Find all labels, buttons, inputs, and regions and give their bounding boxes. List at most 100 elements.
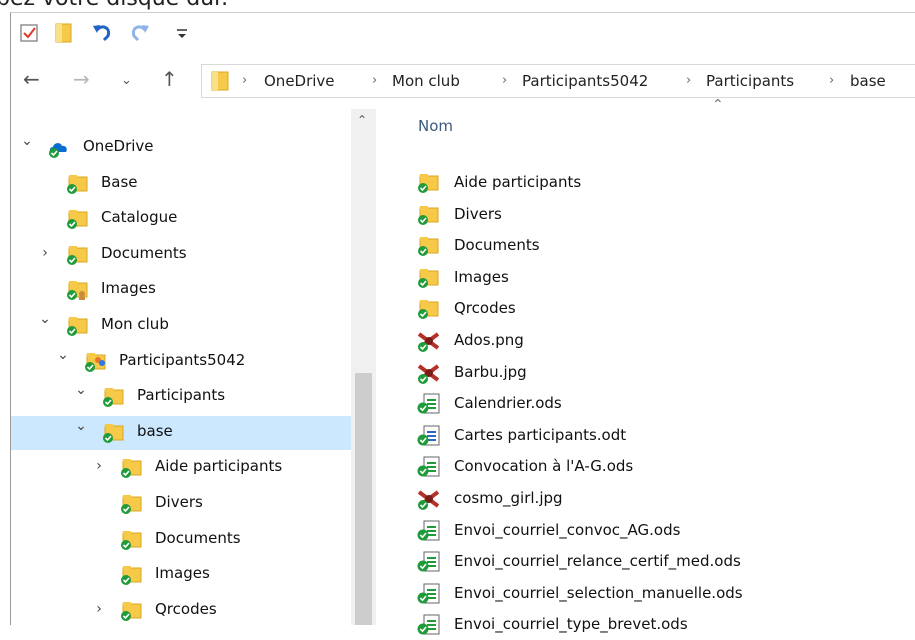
spreadsheet-file-icon	[416, 393, 442, 415]
file-list-item[interactable]: Envoi_courriel_convoc_AG.ods	[416, 516, 915, 546]
file-list-item[interactable]: Calendrier.ods	[416, 389, 915, 419]
synced-folder-icon	[65, 208, 89, 230]
spreadsheet-file-icon	[416, 614, 442, 636]
synced-folder-icon	[65, 244, 89, 266]
breadcrumb-separator-icon[interactable]: ›	[829, 73, 834, 88]
chevron-down-icon[interactable]: ⌄	[19, 133, 35, 149]
breadcrumb-separator-icon[interactable]: ›	[242, 73, 247, 88]
synced-folder-icon	[119, 529, 143, 551]
synced-folder-icon	[119, 564, 143, 586]
new-folder-icon[interactable]	[53, 22, 75, 44]
back-arrow-icon[interactable]: ←	[23, 69, 40, 89]
file-list-item[interactable]: Qrcodes	[416, 294, 915, 324]
file-list-item[interactable]: Convocation à l'A-G.ods	[416, 452, 915, 482]
chevron-down-icon[interactable]: ⌄	[37, 311, 53, 327]
file-name: Qrcodes	[454, 299, 516, 318]
recent-locations-chevron-icon[interactable]: ⌄	[121, 71, 132, 91]
breadcrumb-separator-icon[interactable]: ›	[372, 73, 377, 88]
file-list-item[interactable]: Envoi_courriel_selection_manuelle.ods	[416, 579, 915, 609]
synced-folder-icon	[65, 173, 89, 195]
sort-ascending-icon: ⌃	[712, 97, 724, 113]
nav-tree-item[interactable]: › Aide participants	[11, 451, 351, 485]
nav-tree-item[interactable]: Catalogue	[11, 202, 351, 236]
file-list-item[interactable]: Barbu.jpg	[416, 358, 915, 388]
chevron-down-icon[interactable]: ⌄	[73, 382, 89, 398]
checkbox-properties-icon[interactable]	[19, 22, 41, 44]
file-list-pane: ⌃ Nom Aide participants Divers Documents Im…	[376, 97, 915, 635]
chevron-right-icon[interactable]: ›	[91, 601, 107, 617]
nav-tree-item-label: Catalogue	[101, 208, 178, 227]
breadcrumb-participants5042[interactable]: Participants5042	[522, 72, 648, 90]
navigation-scrollbar[interactable]: ⌃	[351, 109, 376, 625]
nav-tree-item-label: Documents	[101, 243, 187, 262]
file-name: Envoi_courriel_relance_certif_med.ods	[454, 552, 741, 571]
breadcrumb-mon-club[interactable]: Mon club	[392, 72, 460, 90]
image-file-icon	[416, 330, 442, 352]
address-row: ← → ⌄ ↑ › OneDrive › Mon club › Particip…	[11, 61, 915, 99]
file-list-item[interactable]: Images	[416, 263, 915, 293]
synced-folder-icon	[119, 493, 143, 515]
nav-tree-item-label: Aide participants	[155, 457, 283, 476]
forward-arrow-icon[interactable]: →	[73, 69, 90, 89]
file-list-item[interactable]: Divers	[416, 200, 915, 230]
file-name: Barbu.jpg	[454, 362, 527, 381]
nav-tree-item[interactable]: › Qrcodes	[11, 594, 351, 625]
file-name: Images	[454, 267, 509, 286]
file-name: Divers	[454, 204, 502, 223]
chevron-down-icon[interactable]: ⌄	[73, 418, 89, 434]
file-name: Ados.png	[454, 331, 524, 349]
file-list-item[interactable]: cosmo_girl.jpg	[416, 484, 915, 514]
synced-folder-icon	[119, 600, 143, 622]
scrollbar-thumb[interactable]	[355, 373, 372, 625]
scroll-up-icon[interactable]: ⌃	[357, 113, 367, 127]
onedrive-cloud-icon	[47, 137, 71, 159]
synced-folder-icon	[416, 298, 442, 320]
nav-tree-item[interactable]: ⌄ base	[11, 415, 351, 450]
chevron-down-icon[interactable]: ⌄	[55, 347, 71, 363]
column-header-name[interactable]: Nom	[418, 117, 453, 135]
breadcrumb-onedrive[interactable]: OneDrive	[264, 72, 335, 90]
nav-tree-item-label: base	[137, 421, 173, 440]
file-name: Cartes participants.odt	[454, 425, 627, 444]
nav-tree-item[interactable]: Images	[11, 273, 351, 307]
nav-tree-item[interactable]: ⌄ OneDrive	[11, 131, 351, 165]
shared-people-folder-icon	[83, 351, 107, 373]
nav-tree-item[interactable]: ⌄ Participants	[11, 380, 351, 414]
breadcrumb-base[interactable]: base	[850, 72, 886, 90]
nav-tree-item[interactable]: ⌄ Mon club	[11, 309, 351, 343]
image-file-icon	[416, 362, 442, 384]
file-name: Envoi_courriel_convoc_AG.ods	[454, 520, 681, 539]
nav-tree-item[interactable]: Images	[11, 558, 351, 592]
file-list-item[interactable]: Envoi_courriel_relance_certif_med.ods	[416, 547, 915, 577]
file-list-item[interactable]: Envoi_courriel_type_brevet.ods	[416, 610, 915, 640]
undo-icon[interactable]	[91, 22, 113, 44]
synced-folder-icon	[416, 172, 442, 194]
chevron-right-icon[interactable]: ›	[37, 245, 53, 261]
nav-tree-item[interactable]: › Documents	[11, 238, 351, 272]
breadcrumb-separator-icon[interactable]: ›	[502, 73, 507, 88]
nav-tree-item[interactable]: Base	[11, 167, 351, 201]
synced-folder-icon	[101, 386, 125, 408]
folder-icon	[211, 71, 229, 91]
file-list-item[interactable]: Ados.png	[416, 326, 915, 356]
breadcrumb-separator-icon[interactable]: ›	[686, 73, 691, 88]
synced-folder-icon	[416, 235, 442, 257]
file-name: Envoi_courriel_selection_manuelle.ods	[454, 583, 743, 602]
address-bar[interactable]: › OneDrive › Mon club › Participants5042…	[201, 64, 915, 98]
synced-folder-icon	[416, 267, 442, 289]
file-list-item[interactable]: Cartes participants.odt	[416, 421, 915, 451]
nav-tree-item-label: Participants	[137, 386, 226, 405]
nav-tree-item[interactable]: Documents	[11, 523, 351, 557]
file-list-item[interactable]: Documents	[416, 231, 915, 261]
redo-icon[interactable]	[129, 22, 151, 44]
nav-tree-item-label: Documents	[155, 528, 241, 547]
nav-tree-item[interactable]: ⌄ Participants5042	[11, 345, 351, 379]
customize-dropdown-icon[interactable]	[171, 22, 193, 44]
breadcrumb-participants[interactable]: Participants	[706, 72, 794, 90]
chevron-right-icon[interactable]: ›	[91, 458, 107, 474]
file-name: Aide participants	[454, 173, 582, 191]
file-list-item[interactable]: Aide participants	[416, 168, 915, 198]
up-arrow-icon[interactable]: ↑	[161, 69, 178, 89]
nav-tree-item[interactable]: Divers	[11, 487, 351, 521]
synced-folder-icon	[119, 457, 143, 479]
